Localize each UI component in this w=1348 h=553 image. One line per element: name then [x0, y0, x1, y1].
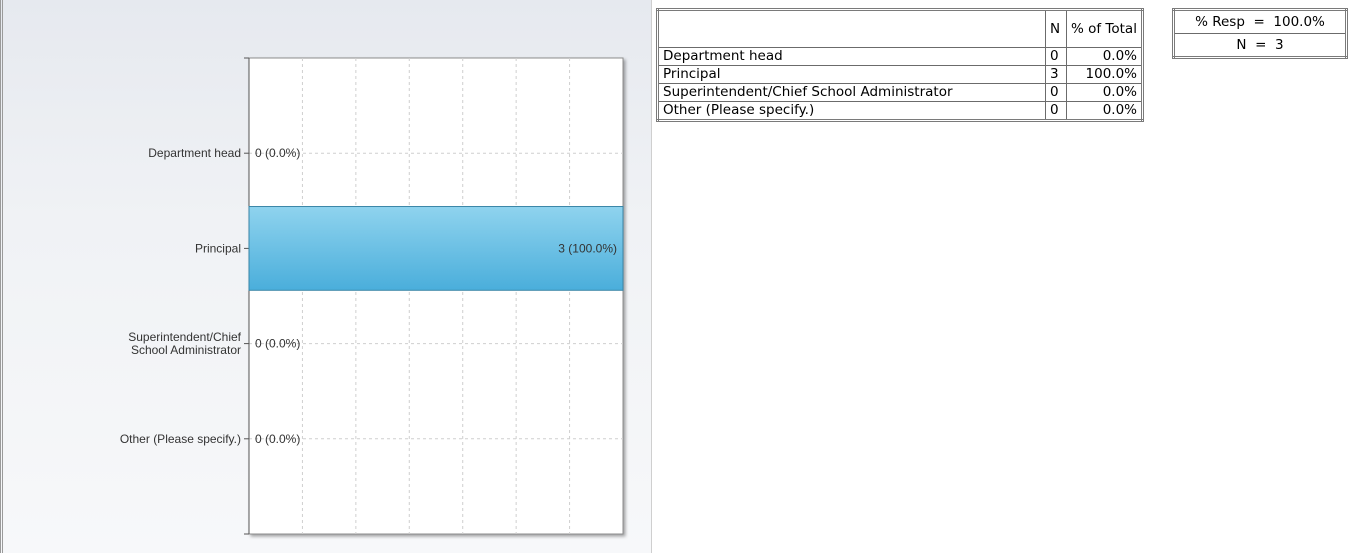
row-pct: 0.0% — [1066, 101, 1143, 121]
summary-box: % Resp = 100.0% N = 3 — [1172, 8, 1348, 59]
table-row: Other (Please specify.) 0 0.0% — [657, 101, 1143, 121]
data-label: 0 (0.0%) — [255, 432, 300, 446]
data-label: 0 (0.0%) — [255, 337, 300, 351]
row-n: 0 — [1045, 83, 1067, 102]
data-label: 3 (100.0%) — [558, 241, 617, 255]
y-axis — [244, 57, 250, 535]
row-label: Other (Please specify.) — [657, 101, 1046, 121]
response-rate: % Resp = 100.0% — [1173, 9, 1347, 34]
table-header-row: N % of Total — [657, 9, 1143, 48]
frequency-table: N % of Total Department head 0 0.0% Prin… — [656, 8, 1144, 122]
table-row: Superintendent/Chief School Administrato… — [657, 83, 1143, 102]
total-n: N = 3 — [1173, 33, 1347, 58]
row-n: 3 — [1045, 65, 1067, 84]
row-n: 0 — [1045, 101, 1067, 121]
row-label: Principal — [657, 65, 1046, 84]
table-row: Department head 0 0.0% — [657, 47, 1143, 66]
category-label: Department head — [148, 146, 241, 160]
category-label: Principal — [195, 241, 241, 255]
row-pct: 0.0% — [1066, 47, 1143, 66]
row-pct: 0.0% — [1066, 83, 1143, 102]
category-label: Superintendent/Chief — [128, 330, 241, 344]
header-pct: % of Total — [1066, 9, 1143, 48]
row-label: Superintendent/Chief School Administrato… — [657, 83, 1046, 102]
category-label: Other (Please specify.) — [120, 432, 241, 446]
header-label — [657, 9, 1046, 48]
row-label: Department head — [657, 47, 1046, 66]
plot-area — [248, 57, 624, 535]
table-row: Principal 3 100.0% — [657, 65, 1143, 84]
category-label: School Administrator — [131, 343, 241, 357]
chart-panel: Department head Principal Superintendent/C… — [0, 0, 652, 553]
bar-chart: Department head Principal Superintendent/C… — [120, 57, 624, 535]
row-pct: 100.0% — [1066, 65, 1143, 84]
row-n: 0 — [1045, 47, 1067, 66]
category-labels: Department head Principal Superintendent/C… — [120, 146, 242, 446]
header-n: N — [1045, 9, 1067, 48]
data-label: 0 (0.0%) — [255, 146, 300, 160]
